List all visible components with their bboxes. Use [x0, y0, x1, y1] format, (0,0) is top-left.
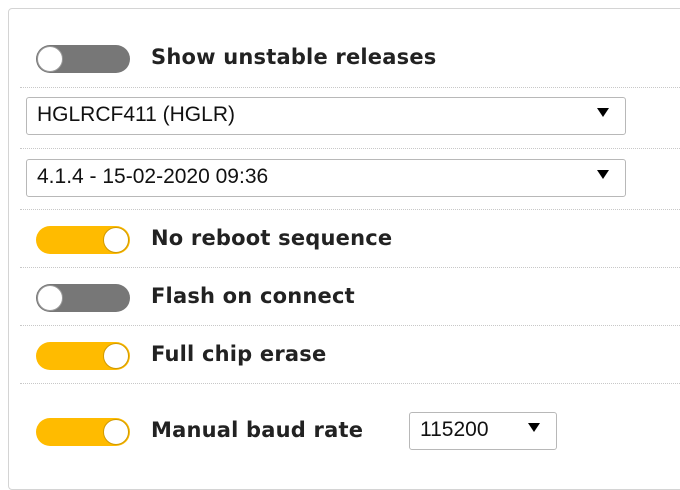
firmware-version-value: 4.1.4 - 15-02-2020 09:36	[37, 165, 269, 188]
divider	[20, 148, 680, 149]
toggle-knob	[103, 419, 129, 445]
no-reboot-sequence-toggle[interactable]	[36, 226, 130, 254]
manual-baud-rate-toggle[interactable]	[36, 418, 130, 446]
flash-on-connect-toggle[interactable]	[36, 284, 130, 312]
toggle-knob	[103, 343, 129, 369]
firmware-version-select[interactable]: 4.1.4 - 15-02-2020 09:36	[26, 159, 626, 197]
divider	[20, 87, 680, 88]
divider	[20, 267, 680, 268]
board-select-value: HGLRCF411 (HGLR)	[37, 103, 235, 126]
full-chip-erase-label: Full chip erase	[151, 342, 327, 366]
show-unstable-releases-toggle[interactable]	[36, 45, 130, 73]
baud-rate-value: 115200	[420, 418, 489, 441]
dropdown-arrow-icon	[597, 170, 609, 179]
toggle-knob	[103, 227, 129, 253]
divider	[20, 383, 680, 384]
dropdown-arrow-icon	[528, 423, 540, 432]
divider	[20, 209, 680, 210]
flash-on-connect-label: Flash on connect	[151, 284, 355, 308]
board-select[interactable]: HGLRCF411 (HGLR)	[26, 97, 626, 135]
toggle-knob	[37, 285, 63, 311]
full-chip-erase-toggle[interactable]	[36, 342, 130, 370]
toggle-knob	[37, 46, 63, 72]
divider	[20, 325, 680, 326]
manual-baud-rate-label: Manual baud rate	[151, 418, 364, 442]
dropdown-arrow-icon	[597, 108, 609, 117]
baud-rate-select[interactable]: 115200	[409, 412, 557, 450]
no-reboot-sequence-label: No reboot sequence	[151, 226, 393, 250]
show-unstable-releases-label: Show unstable releases	[151, 45, 437, 69]
